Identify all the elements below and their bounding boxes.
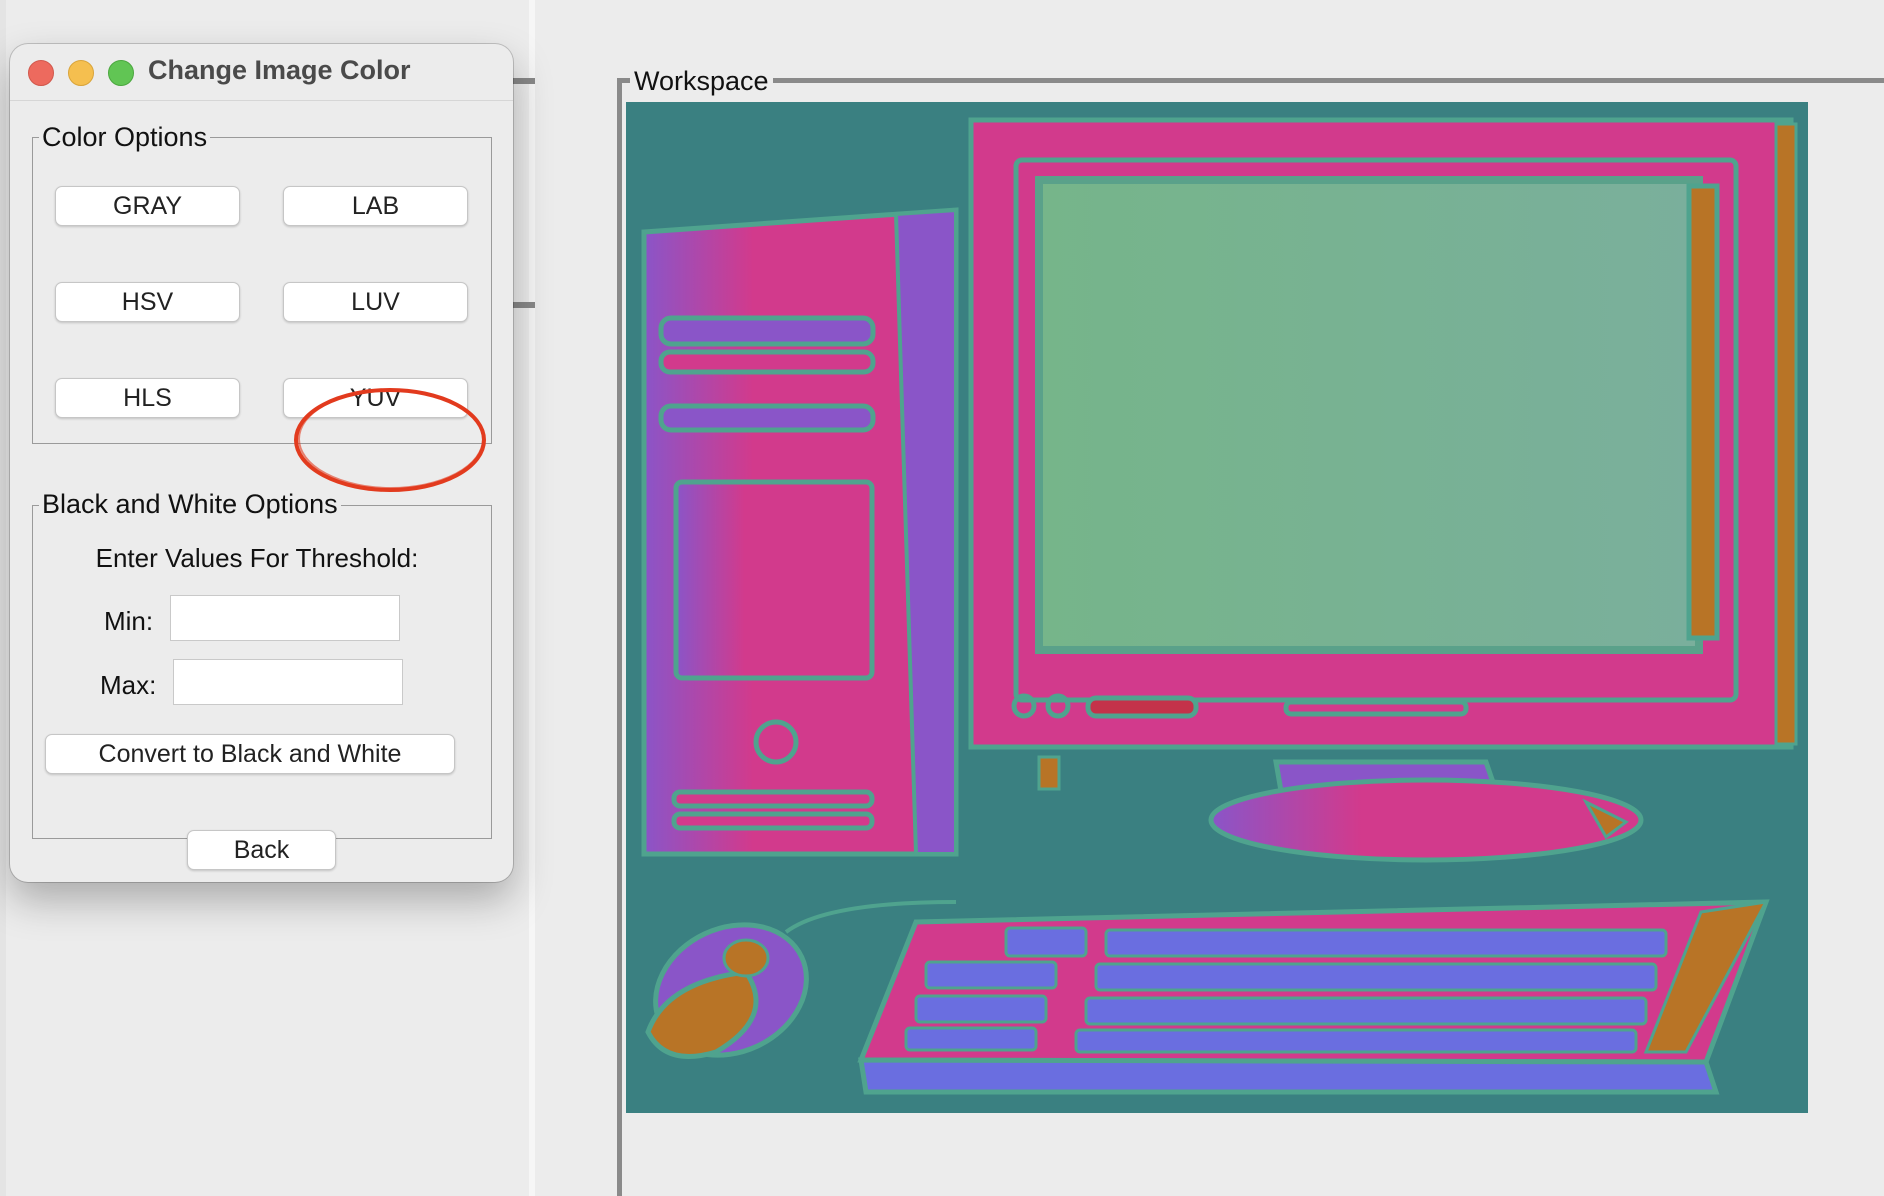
- convert-bw-button[interactable]: Convert to Black and White: [45, 734, 455, 774]
- color-options-label: Color Options: [39, 121, 211, 153]
- min-label: Min:: [104, 606, 154, 636]
- main-window-left-edge: [0, 0, 6, 1196]
- workspace-group-border-top: [617, 78, 1884, 83]
- change-image-color-dialog: Change Image Color Color Options GRAY LA…: [10, 44, 513, 882]
- background-groupbox-edge: [513, 302, 535, 308]
- dialog-title: Change Image Color: [148, 55, 411, 85]
- computer-tower: [641, 207, 959, 857]
- maximize-button[interactable]: [108, 60, 134, 86]
- keyboard: [857, 899, 1770, 1095]
- bw-options-label: Black and White Options: [39, 488, 341, 520]
- hsv-button[interactable]: HSV: [55, 282, 240, 322]
- threshold-prompt: Enter Values For Threshold:: [95, 543, 419, 573]
- workspace-label: Workspace: [630, 64, 773, 98]
- yuv-button[interactable]: YUV: [283, 378, 468, 418]
- luv-button[interactable]: LUV: [283, 282, 468, 322]
- close-button[interactable]: [28, 60, 54, 86]
- gray-button[interactable]: GRAY: [55, 186, 240, 226]
- workspace-image: [626, 102, 1808, 1113]
- computer-monitor: [968, 117, 1798, 791]
- back-button[interactable]: Back: [187, 830, 336, 870]
- workspace-group-border-left: [617, 78, 622, 1196]
- min-input[interactable]: [170, 595, 400, 641]
- hls-button[interactable]: HLS: [55, 378, 240, 418]
- max-label: Max:: [100, 670, 157, 700]
- main-window-sidebar-divider: [529, 0, 535, 1196]
- minimize-button[interactable]: [68, 60, 94, 86]
- lab-button[interactable]: LAB: [283, 186, 468, 226]
- max-input[interactable]: [173, 659, 403, 705]
- background-groupbox-edge: [513, 78, 535, 84]
- dialog-titlebar: Change Image Color: [10, 44, 513, 101]
